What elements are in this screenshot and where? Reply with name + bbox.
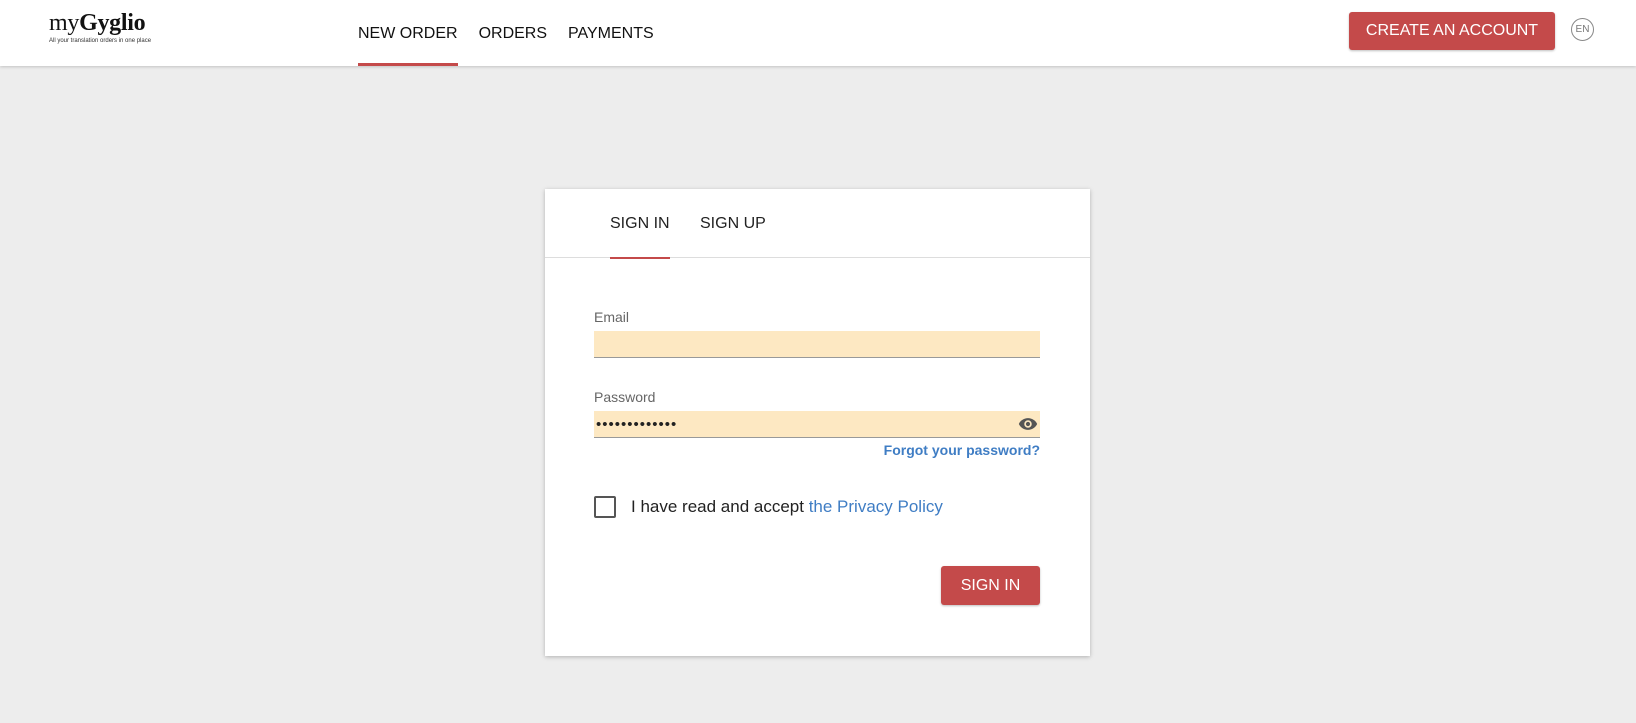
email-field[interactable] [594,331,1040,358]
logo-wordmark: myGyglio [49,10,151,36]
nav-item-orders[interactable]: ORDERS [479,0,547,66]
top-bar: myGyglio All your translation orders in … [0,0,1636,66]
auth-card: SIGN IN SIGN UP Email Password Forgot yo… [545,189,1090,656]
sign-in-button[interactable]: SIGN IN [941,566,1040,605]
password-field[interactable] [594,411,1040,438]
create-account-button[interactable]: CREATE AN ACCOUNT [1349,12,1555,50]
logo-tagline: All your translation orders in one place [49,38,152,44]
nav-item-payments[interactable]: PAYMENTS [568,0,654,66]
privacy-checkbox[interactable] [594,496,616,518]
logo-brand: Gyglio [79,10,146,36]
password-label: Password [594,389,656,405]
email-label: Email [594,309,630,325]
tab-sign-up[interactable]: SIGN UP [700,189,766,258]
forgot-password-link[interactable]: Forgot your password? [884,442,1040,458]
privacy-policy-link[interactable]: the Privacy Policy [809,497,943,516]
main-nav: NEW ORDER ORDERS PAYMENTS [358,0,675,66]
logo-prefix: my [49,10,80,36]
logo[interactable]: myGyglio All your translation orders in … [49,10,151,44]
consent-label: I have read and accept [631,497,809,516]
eye-icon[interactable] [1018,414,1038,434]
tab-sign-in[interactable]: SIGN IN [610,189,670,259]
nav-item-new-order[interactable]: NEW ORDER [358,0,458,66]
language-selector[interactable]: EN [1571,18,1594,41]
privacy-consent-text: I have read and accept the Privacy Polic… [631,495,943,519]
auth-tabs: SIGN IN SIGN UP [545,189,1090,259]
